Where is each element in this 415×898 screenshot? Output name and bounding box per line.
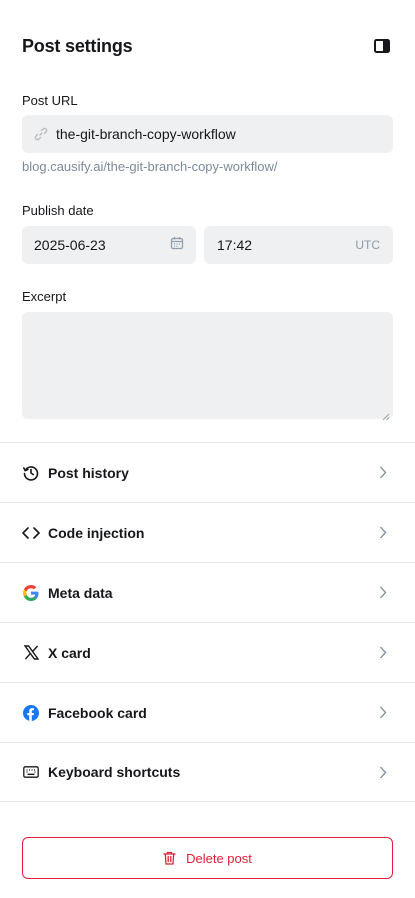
trash-icon (163, 851, 177, 865)
page-title: Post settings (22, 35, 133, 56)
publish-time-value: 17:42 (217, 237, 253, 253)
menu-item-label: Post history (48, 464, 129, 481)
publish-date-input[interactable]: 2025-06-23 (22, 226, 196, 264)
chevron-right-icon (377, 586, 389, 599)
excerpt-textarea[interactable] (22, 312, 393, 421)
post-url-value: the-git-branch-copy-workflow (56, 126, 236, 142)
excerpt-label: Excerpt (22, 289, 67, 304)
chevron-right-icon (377, 466, 389, 479)
facebook-icon (22, 704, 40, 722)
google-icon (22, 584, 40, 602)
menu-item-label: Keyboard shortcuts (48, 764, 181, 780)
publish-date-label: Publish date (22, 203, 94, 218)
menu-item-x-card[interactable]: X card (0, 622, 415, 682)
menu-item-facebook-card[interactable]: Facebook card (0, 682, 415, 742)
resize-grip-icon[interactable] (382, 408, 390, 421)
chevron-right-icon (377, 766, 389, 778)
menu-item-keyboard-shortcuts[interactable]: Keyboard shortcuts (0, 742, 415, 802)
link-icon (34, 127, 48, 141)
post-url-input[interactable]: the-git-branch-copy-workflow (22, 115, 393, 153)
menu-item-label: X card (48, 644, 91, 661)
menu-item-post-history[interactable]: Post history (0, 442, 415, 502)
publish-time-input[interactable]: 17:42 UTC (204, 226, 393, 264)
timezone-label: UTC (355, 238, 380, 252)
post-url-hint: blog.causify.ai/the-git-branch-copy-work… (22, 159, 278, 174)
chevron-right-icon (377, 646, 389, 659)
settings-menu: Post history Code injection Meta data X … (0, 442, 415, 802)
x-icon (22, 644, 40, 662)
post-url-label: Post URL (22, 93, 78, 108)
chevron-right-icon (377, 526, 389, 539)
delete-post-button[interactable]: Delete post (22, 837, 393, 879)
chevron-right-icon (377, 706, 389, 719)
code-icon (22, 524, 40, 542)
settings-header: Post settings (22, 33, 393, 59)
menu-item-code-injection[interactable]: Code injection (0, 502, 415, 562)
history-icon (22, 464, 40, 482)
menu-item-label: Facebook card (48, 704, 147, 721)
keyboard-icon (22, 763, 40, 781)
menu-item-meta-data[interactable]: Meta data (0, 562, 415, 622)
menu-item-label: Code injection (48, 524, 145, 541)
calendar-icon[interactable] (170, 236, 184, 255)
publish-date-value: 2025-06-23 (34, 237, 106, 253)
menu-item-label: Meta data (48, 584, 113, 601)
panel-toggle-icon[interactable] (371, 35, 393, 57)
delete-post-label: Delete post (186, 850, 252, 866)
